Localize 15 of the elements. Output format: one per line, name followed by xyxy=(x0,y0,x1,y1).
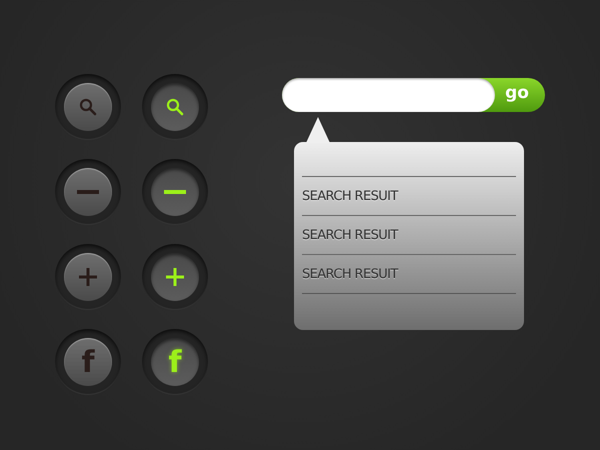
search-icon xyxy=(166,98,184,116)
minus-button[interactable] xyxy=(151,168,199,216)
panel-pointer xyxy=(306,117,330,143)
plus-icon xyxy=(166,268,184,286)
search-result[interactable]: SEARCH RESUIT xyxy=(302,228,398,242)
search-field[interactable] xyxy=(282,78,495,112)
search-result[interactable]: SEARCH RESUIT xyxy=(302,266,398,282)
search-result[interactable]: SEARCH RESUIT xyxy=(302,188,398,204)
letter-button[interactable]: f xyxy=(151,338,199,386)
plus-button[interactable] xyxy=(151,253,199,301)
search-icon xyxy=(79,98,97,116)
plus-icon xyxy=(79,268,97,286)
search-button[interactable] xyxy=(151,83,199,131)
minus-icon xyxy=(77,190,99,194)
minus-icon xyxy=(164,190,186,194)
